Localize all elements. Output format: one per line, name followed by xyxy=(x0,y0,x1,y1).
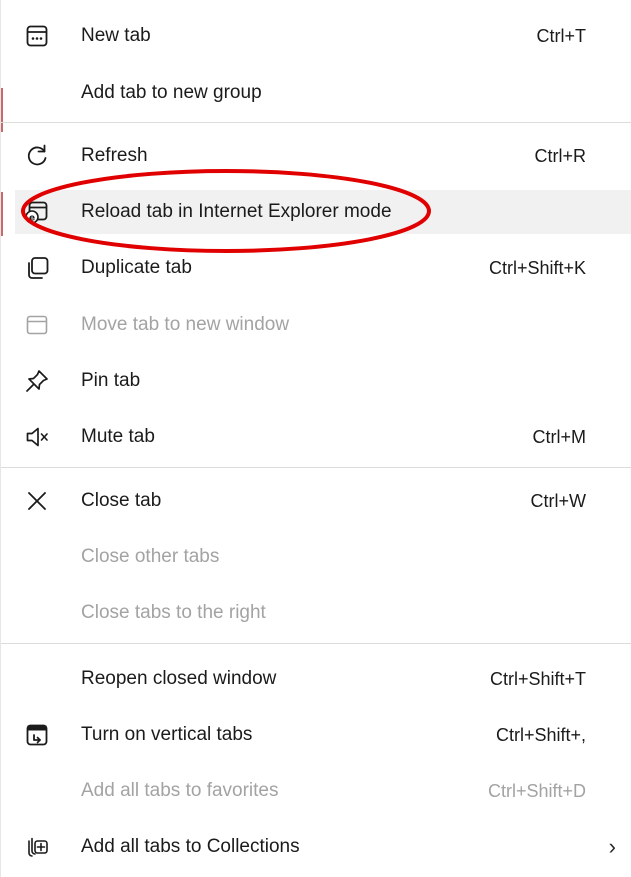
menu-item-shortcut: Ctrl+T xyxy=(536,25,587,46)
menu-item-move-tab-to-new-window[interactable]: Move tab to new window xyxy=(15,303,631,347)
menu-item-shortcut: Ctrl+M xyxy=(532,426,587,447)
menu-divider xyxy=(1,643,631,644)
svg-text:e: e xyxy=(29,213,35,223)
window-edge-accent xyxy=(1,88,3,132)
chevron-right-icon: › xyxy=(608,834,616,859)
menu-item-label: Turn on vertical tabs xyxy=(81,724,253,745)
menu-item-label: Reload tab in Internet Explorer mode xyxy=(81,201,392,222)
new-tab-icon xyxy=(24,23,50,49)
menu-item-mute-tab[interactable]: Mute tab Ctrl+M xyxy=(15,415,631,459)
menu-item-new-tab[interactable]: New tab Ctrl+T xyxy=(15,14,631,58)
menu-item-label: Add all tabs to Collections xyxy=(81,836,300,857)
window-icon xyxy=(24,312,50,338)
vertical-tabs-icon xyxy=(24,722,50,748)
menu-item-label: Pin tab xyxy=(81,370,141,391)
pin-icon xyxy=(24,368,50,394)
menu-item-add-all-tabs-to-favorites[interactable]: Add all tabs to favorites Ctrl+Shift+D xyxy=(15,769,631,813)
window-edge-accent xyxy=(1,192,3,236)
refresh-icon xyxy=(24,143,50,169)
menu-divider xyxy=(1,122,631,123)
ie-mode-icon: e xyxy=(24,199,50,225)
close-icon xyxy=(24,488,50,514)
menu-item-label: Close tabs to the right xyxy=(81,602,266,623)
menu-item-close-other-tabs[interactable]: Close other tabs xyxy=(15,535,631,579)
menu-item-add-all-tabs-to-collections[interactable]: Add all tabs to Collections › xyxy=(15,825,631,869)
menu-item-close-tab[interactable]: Close tab Ctrl+W xyxy=(15,479,631,523)
menu-item-add-tab-to-new-group[interactable]: Add tab to new group xyxy=(15,71,631,115)
menu-item-shortcut: Ctrl+W xyxy=(530,490,587,511)
menu-divider xyxy=(1,467,631,468)
menu-item-label: Add tab to new group xyxy=(81,82,262,103)
menu-item-shortcut: Ctrl+R xyxy=(534,145,586,166)
menu-item-shortcut: Ctrl+Shift+K xyxy=(488,257,586,278)
tab-context-menu: New tab Ctrl+T Add tab to new group Refr… xyxy=(0,0,631,877)
menu-item-reopen-closed-window[interactable]: Reopen closed window Ctrl+Shift+T xyxy=(15,657,631,701)
menu-item-label: New tab xyxy=(81,25,151,46)
mute-icon xyxy=(24,424,50,450)
menu-item-label: Refresh xyxy=(81,145,148,166)
menu-item-shortcut: Ctrl+Shift+D xyxy=(487,780,586,801)
menu-item-shortcut: Ctrl+Shift+, xyxy=(495,724,586,745)
menu-item-label: Move tab to new window xyxy=(81,314,290,335)
menu-item-label: Duplicate tab xyxy=(81,257,192,278)
duplicate-icon xyxy=(24,255,50,281)
menu-item-turn-on-vertical-tabs[interactable]: Turn on vertical tabs Ctrl+Shift+, xyxy=(15,713,631,757)
menu-item-label: Close other tabs xyxy=(81,546,220,567)
menu-item-close-tabs-to-the-right[interactable]: Close tabs to the right xyxy=(15,591,631,635)
collections-icon xyxy=(24,834,50,860)
menu-item-label: Close tab xyxy=(81,490,162,511)
menu-item-pin-tab[interactable]: Pin tab xyxy=(15,359,631,403)
menu-item-shortcut: Ctrl+Shift+T xyxy=(489,668,586,689)
menu-item-label: Mute tab xyxy=(81,426,155,447)
menu-item-label: Reopen closed window xyxy=(81,668,277,689)
menu-item-reload-in-ie-mode[interactable]: e Reload tab in Internet Explorer mode xyxy=(15,190,631,234)
menu-item-duplicate-tab[interactable]: Duplicate tab Ctrl+Shift+K xyxy=(15,246,631,290)
menu-item-refresh[interactable]: Refresh Ctrl+R xyxy=(15,134,631,178)
menu-item-label: Add all tabs to favorites xyxy=(81,780,279,801)
